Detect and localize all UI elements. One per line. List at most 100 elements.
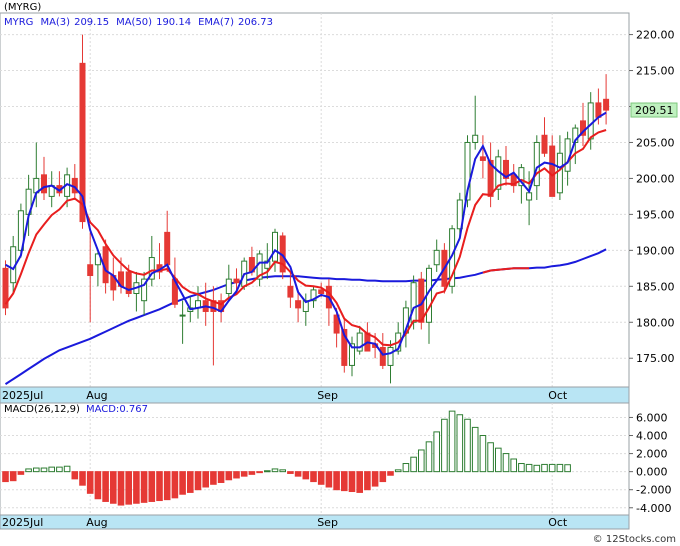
candle-body — [587, 102, 594, 140]
candle-body — [387, 346, 394, 366]
macd-bar — [502, 453, 510, 473]
macd-bar — [394, 469, 402, 473]
macd-bar — [94, 471, 102, 500]
macd-bar — [17, 471, 25, 475]
macd-bar — [410, 456, 417, 473]
macd-bar — [202, 471, 209, 488]
macd-bar — [279, 469, 286, 473]
macd-bar — [333, 471, 340, 491]
macd-bar — [179, 471, 186, 495]
macd-bar — [495, 447, 502, 473]
macd-bar — [56, 466, 63, 473]
macd-bar — [441, 418, 448, 473]
candle-body — [233, 278, 240, 284]
candle-body — [433, 249, 440, 266]
macd-bar — [71, 471, 79, 480]
macd-bar — [187, 471, 194, 493]
candle-body — [295, 300, 302, 309]
macd-bar — [356, 471, 363, 493]
price-y-tick-label: 200.00 — [636, 172, 675, 185]
macd-bar — [379, 471, 387, 483]
macd-bar — [271, 468, 279, 473]
price-panel: MYRG MA(3) 209.15 MA(50) 190.14 EMA(7) 206.73 … — [0, 12, 678, 404]
price-y-tick-label: 220.00 — [636, 29, 675, 42]
macd-x-tick-label: Aug — [86, 516, 107, 529]
macd-bar — [148, 471, 156, 502]
price-y-tick-label: 185.00 — [636, 280, 675, 293]
macd-y-tick-label: 0.000 — [636, 466, 668, 479]
macd-bar — [2, 471, 9, 483]
macd-bar — [248, 471, 256, 475]
macd-bar — [456, 414, 464, 473]
macd-bar — [40, 467, 48, 473]
candle-body — [541, 134, 548, 154]
macd-bar — [240, 471, 248, 477]
macd-bar — [387, 471, 394, 476]
macd-bar — [163, 471, 171, 501]
macd-bar — [402, 463, 410, 473]
chart-canvas: (MYRG) MYRG MA(3) 209.15 MA(50) 190.14 EMA(7)… — [0, 0, 680, 546]
macd-bar — [156, 471, 163, 502]
macd-bar — [117, 471, 125, 506]
macd-bar — [364, 471, 371, 491]
candle-body — [556, 152, 563, 194]
last-price-tag: 209.51 — [630, 102, 678, 118]
macd-bar — [564, 464, 571, 473]
macd-bar — [548, 463, 556, 473]
candle-body — [379, 346, 386, 366]
price-plot-frame — [0, 12, 630, 388]
macd-bar — [171, 471, 179, 499]
macd-bar — [348, 471, 356, 493]
legend-label: MYRG — [4, 17, 33, 28]
price-x-tick-label: Sep — [317, 389, 338, 402]
candle-body — [603, 98, 610, 111]
macd-y-tick-label: 4.000 — [636, 430, 668, 443]
macd-panel: MACD(26,12,9) MACD:0.767 6.000 4.000 2.000 0… — [0, 402, 671, 530]
legend-label: MA(50) — [116, 17, 152, 28]
legend-value: 209.15 — [74, 17, 109, 28]
macd-bar — [140, 471, 148, 503]
price-x-tick-label: Aug — [86, 389, 107, 402]
macd-bar — [448, 410, 456, 473]
macd-bar — [233, 471, 240, 479]
macd-bar — [133, 471, 140, 504]
macd-bar — [541, 463, 548, 473]
legend-label: EMA(7) — [198, 17, 234, 28]
candle-body — [87, 264, 94, 277]
price-x-tick-label: 2025Jul — [2, 389, 43, 402]
macd-bar — [487, 442, 494, 473]
macd-bar — [317, 471, 325, 485]
macd-x-tick-label: Sep — [317, 516, 338, 529]
macd-bar — [556, 463, 564, 473]
macd-bar — [9, 471, 17, 482]
macd-bar — [102, 471, 109, 502]
price-legend: MYRG MA(3) 209.15 MA(50) 190.14 EMA(7) 206.73 — [4, 17, 273, 28]
price-y-tick-label: 175.00 — [636, 352, 675, 365]
macd-bar — [256, 471, 263, 474]
legend-label: MA(3) — [40, 17, 70, 28]
macd-bar — [325, 471, 333, 488]
candle-body — [549, 145, 556, 197]
macd-bar — [48, 466, 56, 473]
candle-body — [526, 192, 533, 201]
macd-y-tick-label: -2.000 — [636, 484, 671, 497]
macd-bar — [110, 471, 117, 504]
price-y-tick-label: 215.00 — [636, 65, 675, 78]
price-y-tick-label: 180.00 — [636, 316, 675, 329]
legend-value: 190.14 — [156, 17, 191, 28]
macd-bar — [510, 458, 517, 473]
macd-bar — [217, 471, 225, 483]
macd-bar — [125, 471, 133, 505]
candle-body — [410, 282, 417, 323]
macd-bar — [63, 465, 71, 473]
macd-bar — [264, 470, 271, 473]
macd-bar — [33, 467, 40, 473]
chart-title: (MYRG) — [4, 2, 41, 13]
price-legend-text: MYRG MA(3) 209.15 MA(50) 190.14 EMA(7) 206.73 — [4, 17, 273, 28]
macd-bar — [533, 464, 541, 473]
candle-body — [164, 231, 171, 266]
macd-bar — [433, 431, 440, 473]
macd-y-tick-label: 2.000 — [636, 448, 668, 461]
macd-bar — [479, 435, 487, 473]
candle-body — [225, 278, 232, 295]
